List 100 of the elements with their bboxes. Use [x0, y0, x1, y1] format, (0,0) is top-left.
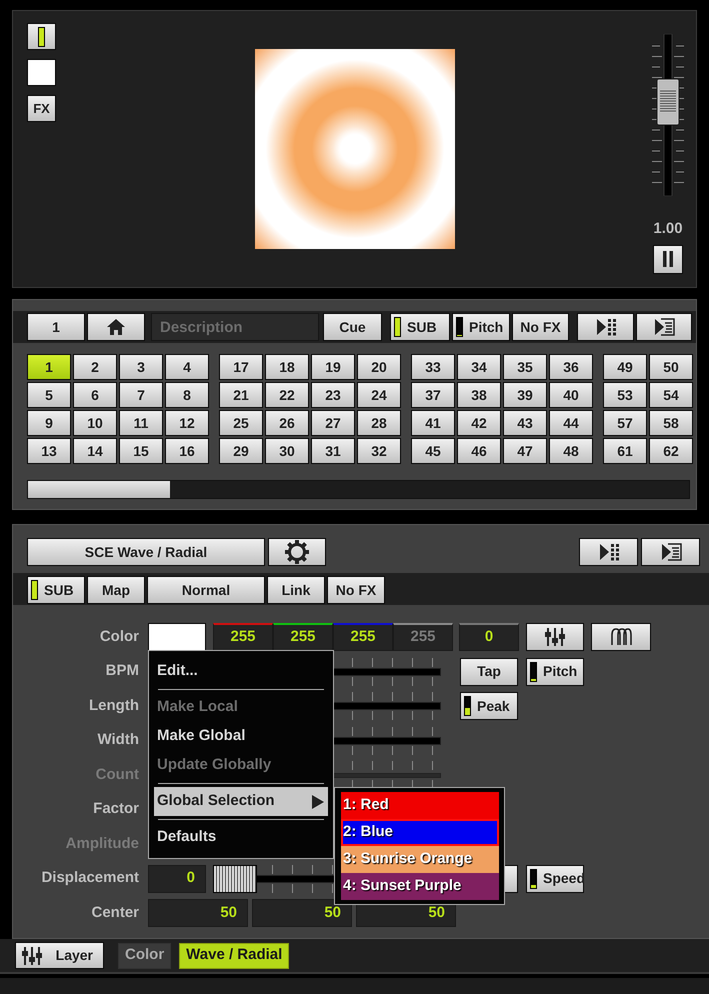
- slot-button[interactable]: 9: [27, 410, 71, 436]
- value-field[interactable]: 50: [148, 899, 248, 927]
- slider-thumb[interactable]: [213, 864, 257, 892]
- button[interactable]: 1: [27, 313, 85, 341]
- slot-button[interactable]: 18: [265, 354, 309, 380]
- icon-button[interactable]: [87, 313, 145, 341]
- slot-button[interactable]: 47: [503, 438, 547, 464]
- slot-button[interactable]: 8: [165, 382, 209, 408]
- slot-button[interactable]: 45: [411, 438, 455, 464]
- value-field[interactable]: 255: [273, 623, 333, 651]
- slot-button[interactable]: 2: [73, 354, 117, 380]
- slot-button[interactable]: 6: [73, 382, 117, 408]
- button[interactable]: FX: [27, 95, 56, 122]
- value-field[interactable]: 255: [393, 623, 453, 651]
- value-field[interactable]: 0: [148, 864, 206, 892]
- slot-button[interactable]: 39: [503, 382, 547, 408]
- slot-button[interactable]: 19: [311, 354, 355, 380]
- slot-button[interactable]: 49: [603, 354, 647, 380]
- pause-button[interactable]: [653, 244, 683, 274]
- icon-button[interactable]: [577, 313, 634, 341]
- slot-button[interactable]: 13: [27, 438, 71, 464]
- mixer-button[interactable]: [526, 623, 584, 651]
- button[interactable]: Normal: [147, 576, 265, 604]
- button[interactable]: Map: [87, 576, 145, 604]
- slot-button[interactable]: 31: [311, 438, 355, 464]
- slot-button[interactable]: 7: [119, 382, 163, 408]
- slot-button[interactable]: 61: [603, 438, 647, 464]
- tab[interactable]: Wave / Radial: [179, 942, 290, 968]
- slot-button[interactable]: 36: [549, 354, 593, 380]
- slot-button[interactable]: 32: [357, 438, 401, 464]
- value-field[interactable]: 50: [252, 899, 352, 927]
- menu-item[interactable]: Make Global: [154, 722, 328, 751]
- slot-button[interactable]: 53: [603, 382, 647, 408]
- button[interactable]: No FX: [327, 576, 385, 604]
- slot-button[interactable]: 33: [411, 354, 455, 380]
- slot-button[interactable]: 23: [311, 382, 355, 408]
- button[interactable]: SCE Wave / Radial: [27, 538, 265, 566]
- menu-item[interactable]: Defaults: [154, 823, 328, 852]
- toggle-button[interactable]: SUB: [27, 576, 85, 604]
- slot-button[interactable]: 40: [549, 382, 593, 408]
- slot-button[interactable]: 16: [165, 438, 209, 464]
- slot-button[interactable]: 22: [265, 382, 309, 408]
- value-field[interactable]: 0: [459, 623, 519, 651]
- slot-button[interactable]: 1: [27, 354, 71, 380]
- slot-button[interactable]: 43: [503, 410, 547, 436]
- slot-button[interactable]: 5: [27, 382, 71, 408]
- slot-button[interactable]: 44: [549, 410, 593, 436]
- slot-button[interactable]: 29: [219, 438, 263, 464]
- toggle-button[interactable]: [27, 23, 56, 50]
- slot-button[interactable]: 12: [165, 410, 209, 436]
- slot-button[interactable]: 10: [73, 410, 117, 436]
- button[interactable]: Tap: [460, 658, 518, 686]
- slot-button[interactable]: 3: [119, 354, 163, 380]
- slot-button[interactable]: 11: [119, 410, 163, 436]
- slot-button[interactable]: 54: [649, 382, 693, 408]
- color-swatch[interactable]: [148, 623, 206, 651]
- color-swatch[interactable]: [27, 59, 56, 86]
- scrollbar-thumb[interactable]: [28, 481, 170, 498]
- menu-item[interactable]: Global Selection: [154, 787, 328, 816]
- layer-button[interactable]: Layer: [15, 942, 104, 969]
- color-selection-item[interactable]: 1: Red: [341, 792, 499, 819]
- value-field[interactable]: 255: [213, 623, 273, 651]
- toggle-button[interactable]: SUB: [390, 313, 450, 341]
- slot-button[interactable]: 42: [457, 410, 501, 436]
- fader-thumb[interactable]: [656, 78, 680, 126]
- icon-button[interactable]: [641, 538, 700, 566]
- button[interactable]: No FX: [512, 313, 569, 341]
- value-field[interactable]: 255: [333, 623, 393, 651]
- button[interactable]: Link: [267, 576, 325, 604]
- toggle-button[interactable]: Peak: [460, 692, 518, 720]
- slot-button[interactable]: 57: [603, 410, 647, 436]
- description-field[interactable]: Description: [151, 313, 319, 341]
- slot-button[interactable]: 21: [219, 382, 263, 408]
- button[interactable]: Cue: [323, 313, 382, 341]
- scrollbar[interactable]: [27, 480, 690, 499]
- tab[interactable]: Color: [118, 942, 172, 968]
- slot-button[interactable]: 41: [411, 410, 455, 436]
- slot-button[interactable]: 20: [357, 354, 401, 380]
- slot-button[interactable]: 58: [649, 410, 693, 436]
- slot-button[interactable]: 26: [265, 410, 309, 436]
- menu-item[interactable]: Edit...: [154, 657, 328, 686]
- icon-button[interactable]: [636, 313, 692, 341]
- slot-button[interactable]: 28: [357, 410, 401, 436]
- slot-button[interactable]: 14: [73, 438, 117, 464]
- slot-button[interactable]: 48: [549, 438, 593, 464]
- slot-button[interactable]: 62: [649, 438, 693, 464]
- toggle-button[interactable]: Pitch: [526, 658, 584, 686]
- icon-button[interactable]: [579, 538, 638, 566]
- slot-button[interactable]: 24: [357, 382, 401, 408]
- slot-button[interactable]: 34: [457, 354, 501, 380]
- slot-button[interactable]: 35: [503, 354, 547, 380]
- slot-button[interactable]: 15: [119, 438, 163, 464]
- slot-button[interactable]: 30: [265, 438, 309, 464]
- slot-button[interactable]: 37: [411, 382, 455, 408]
- slot-button[interactable]: 46: [457, 438, 501, 464]
- icon-button[interactable]: [591, 623, 651, 651]
- slot-button[interactable]: 4: [165, 354, 209, 380]
- color-selection-item[interactable]: 4: Sunset Purple: [341, 873, 499, 900]
- slot-button[interactable]: 17: [219, 354, 263, 380]
- settings-button[interactable]: [268, 538, 326, 566]
